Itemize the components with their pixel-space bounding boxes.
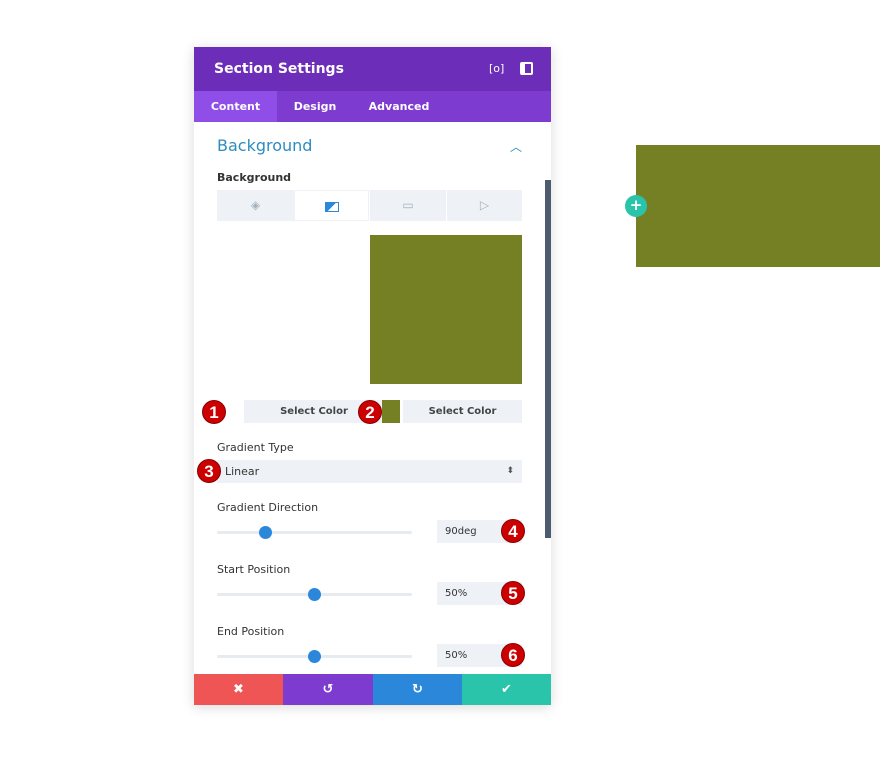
annotation-badge: 3	[197, 459, 221, 483]
tab-bar: Content Design Advanced	[194, 91, 551, 122]
annotation-badge: 6	[501, 643, 525, 667]
section-title[interactable]: Background	[217, 136, 312, 155]
direction-label: Gradient Direction	[217, 501, 319, 514]
undo-button[interactable]: ↺	[283, 674, 373, 705]
gradient-type-label: Gradient Type	[217, 441, 294, 454]
save-button[interactable]: ✔	[462, 674, 551, 705]
select-color-end-button[interactable]: Select Color	[403, 400, 522, 423]
gradient-type-value: Linear	[225, 465, 260, 478]
select-arrows-icon: ⬍	[506, 466, 514, 476]
bg-tab-image[interactable]: ▭	[370, 190, 446, 221]
end-position-slider[interactable]	[217, 650, 412, 663]
video-icon: ▷	[479, 198, 490, 212]
sidebar-toggle-icon[interactable]	[520, 62, 533, 75]
annotation-badge: 1	[202, 400, 226, 424]
section-settings-panel: Section Settings [o] Content Design Adva…	[194, 47, 551, 705]
slider-thumb[interactable]	[308, 588, 321, 601]
end-position-label: End Position	[217, 625, 285, 638]
bg-tab-video[interactable]: ▷	[447, 190, 522, 221]
color-swatch[interactable]	[382, 400, 400, 423]
slider-thumb[interactable]	[259, 526, 273, 539]
gradient-icon	[324, 201, 339, 212]
annotation-badge: 4	[501, 519, 525, 543]
paint-bucket-icon: ◈	[250, 198, 261, 212]
bg-tab-gradient[interactable]	[294, 190, 369, 221]
tab-content[interactable]: Content	[194, 91, 277, 122]
image-icon: ▭	[402, 198, 414, 212]
chevron-up-icon[interactable]: ︿	[510, 138, 522, 155]
scrollbar[interactable]	[545, 180, 551, 538]
add-row-button[interactable]: +	[625, 195, 647, 217]
annotation-badge: 5	[501, 581, 525, 605]
panel-title: Section Settings	[214, 61, 344, 77]
start-position-label: Start Position	[217, 563, 291, 576]
redo-icon: ↻	[412, 682, 423, 697]
direction-slider[interactable]	[217, 526, 412, 539]
cancel-button[interactable]: ✖	[194, 674, 283, 705]
bg-tab-color[interactable]: ◈	[217, 190, 294, 221]
fullscreen-icon[interactable]: [o]	[489, 62, 504, 75]
gradient-type-select[interactable]: Linear ⬍	[217, 460, 522, 483]
section-preview	[636, 145, 880, 267]
redo-button[interactable]: ↻	[373, 674, 462, 705]
background-label: Background	[217, 171, 292, 184]
gradient-preview	[370, 235, 522, 384]
annotation-badge: 2	[358, 400, 382, 424]
close-icon: ✖	[233, 682, 244, 697]
tab-design[interactable]: Design	[277, 91, 353, 122]
undo-icon: ↺	[322, 682, 334, 697]
panel-header: Section Settings [o]	[194, 47, 551, 91]
tab-advanced[interactable]: Advanced	[359, 91, 439, 122]
slider-thumb[interactable]	[308, 650, 321, 663]
check-icon: ✔	[501, 682, 512, 697]
start-position-slider[interactable]	[217, 588, 412, 601]
